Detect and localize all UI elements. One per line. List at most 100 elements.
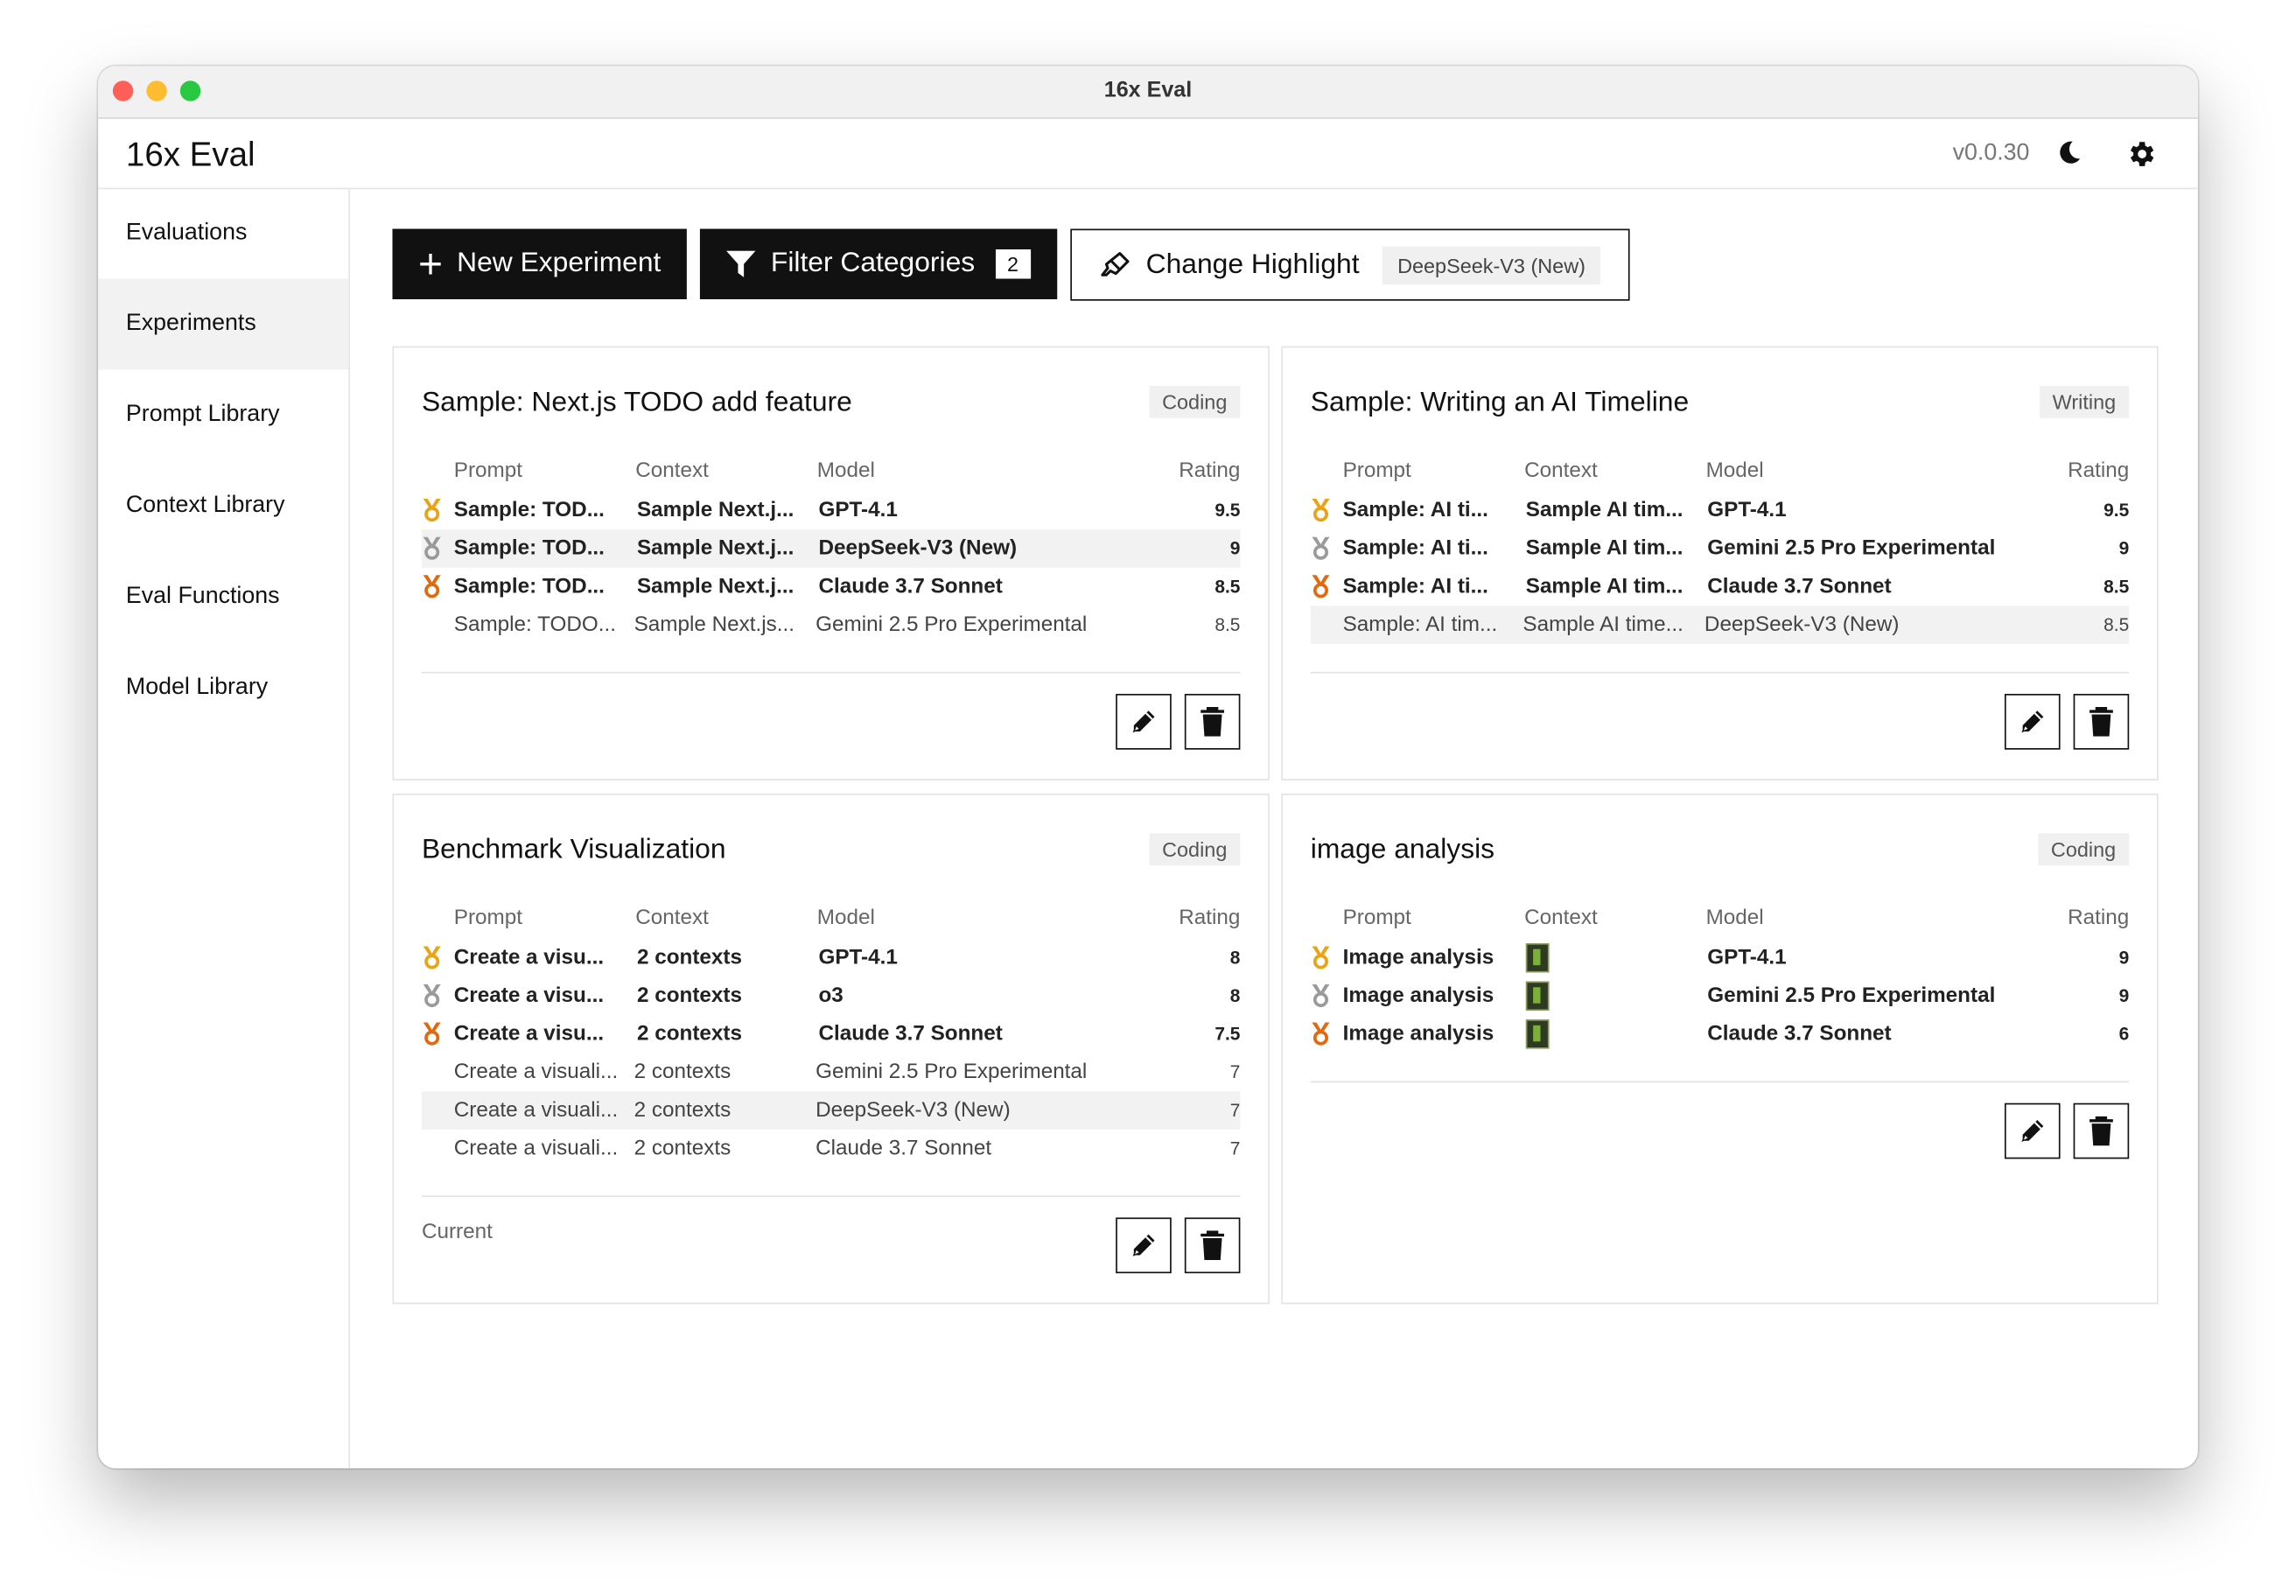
table-row[interactable]: Image analysis Gemini 2.5 Pro Experimenta… <box>1311 977 2129 1016</box>
trash-icon <box>2090 1116 2113 1146</box>
window-titlebar: 16x Eval <box>98 66 2198 119</box>
silver-medal-icon <box>1312 984 1330 1008</box>
row-context <box>1525 981 1708 1012</box>
row-prompt: Sample: TOD... <box>453 499 605 522</box>
row-model: Gemini 2.5 Pro Experimental <box>816 1060 1088 1084</box>
table-row[interactable]: Sample: AI ti... Sample AI tim... GPT-4.1 9… <box>1311 492 2129 530</box>
row-model: Claude 3.7 Sonnet <box>818 1022 1003 1046</box>
trash-icon <box>1200 1230 1225 1261</box>
results-table: Prompt Context Model Rating Sample: TOD... Sa… <box>421 459 1241 644</box>
filter-categories-button[interactable]: Filter Categories 2 <box>700 228 1057 299</box>
row-prompt: Create a visuali... <box>453 1060 619 1084</box>
card-title: image analysis <box>1310 834 1495 866</box>
card-divider <box>1310 671 2130 674</box>
sidebar-item-evaluations[interactable]: Evaluations <box>98 188 348 279</box>
experiment-card[interactable]: Sample: Next.js TODO add feature Coding Pr… <box>392 346 1270 780</box>
sidebar-item-model-library[interactable]: Model Library <box>98 642 348 733</box>
table-row[interactable]: Sample: AI ti... Sample AI tim... Gemini 2… <box>1311 529 2129 568</box>
table-row[interactable]: Sample: TOD... Sample Next.j... GPT-4.1 9.5 <box>422 492 1240 530</box>
table-row[interactable]: Sample: AI tim... Sample AI time... DeepSe… <box>1310 606 2130 644</box>
column-rating-header: Rating <box>2068 906 2130 930</box>
row-prompt: Sample: AI ti... <box>1342 575 1488 598</box>
table-row[interactable]: Image analysis GPT-4.1 9 <box>1311 939 2129 977</box>
gold-medal-icon <box>1312 946 1330 970</box>
table-row[interactable]: Image analysis Claude 3.7 Sonnet 6 <box>1311 1015 2129 1054</box>
card-divider <box>421 671 1241 674</box>
table-row[interactable]: Create a visuali... 2 contexts Claude 3.7 … <box>422 1130 1241 1168</box>
table-row[interactable]: Create a visuali... 2 contexts DeepSeek-V3… <box>421 1091 1240 1130</box>
image-thumbnail <box>1525 942 1550 973</box>
results-table: Prompt Context Model Rating Image analysis GP… <box>1311 906 2129 1054</box>
bronze-medal-icon <box>1312 1022 1330 1046</box>
row-context: 2 contexts <box>634 1098 732 1123</box>
delete-button[interactable] <box>1184 1217 1241 1274</box>
highlight-model-badge: DeepSeek-V3 (New) <box>1382 245 1600 284</box>
trash-icon <box>1200 707 1225 737</box>
table-row[interactable]: Create a visuali... 2 contexts Gemini 2.5 … <box>422 1054 1241 1092</box>
rank-medal <box>1311 536 1343 561</box>
row-model: Claude 3.7 Sonnet <box>1707 575 1892 598</box>
pencil-icon <box>1132 1234 1155 1256</box>
row-model: GPT-4.1 <box>818 946 898 970</box>
row-context: 2 contexts <box>636 1022 743 1046</box>
edit-button[interactable] <box>2004 1102 2061 1159</box>
table-row[interactable]: Sample: TODO... Sample Next.js... Gemini 2… <box>422 606 1241 644</box>
row-rating: 8 <box>1229 948 1241 969</box>
row-context: Sample Next.j... <box>636 536 794 561</box>
card-title: Benchmark Visualization <box>421 834 726 866</box>
row-prompt: Create a visu... <box>453 946 605 970</box>
delete-button[interactable] <box>2073 1102 2130 1159</box>
moon-icon[interactable] <box>2054 138 2083 168</box>
table-row[interactable]: Sample: AI ti... Sample AI tim... Claude 3… <box>1311 568 2129 606</box>
new-experiment-button[interactable]: New Experiment <box>392 228 688 299</box>
card-title: Sample: Writing an AI Timeline <box>1310 387 1690 418</box>
row-prompt: Sample: TOD... <box>453 575 605 598</box>
row-prompt: Create a visu... <box>453 1022 605 1046</box>
change-highlight-button[interactable]: Change Highlight DeepSeek-V3 (New) <box>1069 228 1630 301</box>
filter-count-badge: 2 <box>995 249 1031 279</box>
row-prompt: Image analysis <box>1342 946 1494 970</box>
row-model: Claude 3.7 Sonnet <box>818 575 1003 598</box>
table-header: Prompt Context Model Rating <box>422 459 1241 492</box>
version-label: v0.0.30 <box>1952 140 2030 166</box>
table-row[interactable]: Create a visu... 2 contexts GPT-4.1 8 <box>422 939 1240 977</box>
rank-medal <box>422 946 454 970</box>
edit-button[interactable] <box>1116 693 1172 750</box>
row-prompt: Create a visuali... <box>453 1098 619 1123</box>
row-rating: 6 <box>2118 1024 2130 1045</box>
experiment-card[interactable]: image analysis Coding Prompt Context Model Ra… <box>1281 793 2159 1305</box>
sidebar-item-prompt-library[interactable]: Prompt Library <box>98 369 348 460</box>
row-prompt: Create a visuali... <box>453 1137 619 1161</box>
row-model: Gemini 2.5 Pro Experimental <box>1707 536 1996 561</box>
rank-medal <box>422 575 454 598</box>
row-model: Gemini 2.5 Pro Experimental <box>816 612 1088 637</box>
highlighter-icon <box>1100 251 1129 276</box>
edit-button[interactable] <box>2004 693 2061 750</box>
row-rating: 9.5 <box>1214 500 1241 522</box>
experiment-card[interactable]: Sample: Writing an AI Timeline Writing Pro… <box>1281 346 2159 780</box>
table-header: Prompt Context Model Rating <box>1311 906 2130 939</box>
table-row[interactable]: Sample: TOD... Sample Next.j... DeepSeek-V… <box>421 529 1241 568</box>
rank-medal <box>422 499 454 522</box>
image-thumbnail <box>1525 1019 1550 1049</box>
table-row[interactable]: Sample: TOD... Sample Next.j... Claude 3.7… <box>422 568 1240 606</box>
experiment-card[interactable]: Benchmark Visualization Coding Prompt Conte… <box>392 793 1270 1305</box>
pencil-icon <box>2021 710 2044 733</box>
edit-button[interactable] <box>1116 1217 1172 1274</box>
delete-button[interactable] <box>1184 693 1241 750</box>
row-context: Sample AI tim... <box>1525 536 1684 561</box>
row-context: 2 contexts <box>636 946 743 970</box>
sidebar-item-experiments[interactable]: Experiments <box>98 278 349 370</box>
sidebar-item-context-library[interactable]: Context Library <box>98 460 348 551</box>
row-context: Sample AI tim... <box>1525 499 1684 522</box>
gear-icon[interactable] <box>2124 138 2157 171</box>
table-row[interactable]: Create a visu... 2 contexts o3 8 <box>422 977 1240 1016</box>
card-divider <box>1310 1081 2130 1083</box>
delete-button[interactable] <box>2073 693 2130 750</box>
table-row[interactable]: Create a visu... 2 contexts Claude 3.7 Son… <box>422 1015 1240 1054</box>
card-footer-status: Current <box>421 1220 493 1244</box>
row-rating: 8 <box>1229 985 1241 1007</box>
row-rating: 9 <box>1229 538 1241 559</box>
row-model: Claude 3.7 Sonnet <box>1707 1022 1892 1046</box>
sidebar-item-eval-functions[interactable]: Eval Functions <box>98 551 348 642</box>
